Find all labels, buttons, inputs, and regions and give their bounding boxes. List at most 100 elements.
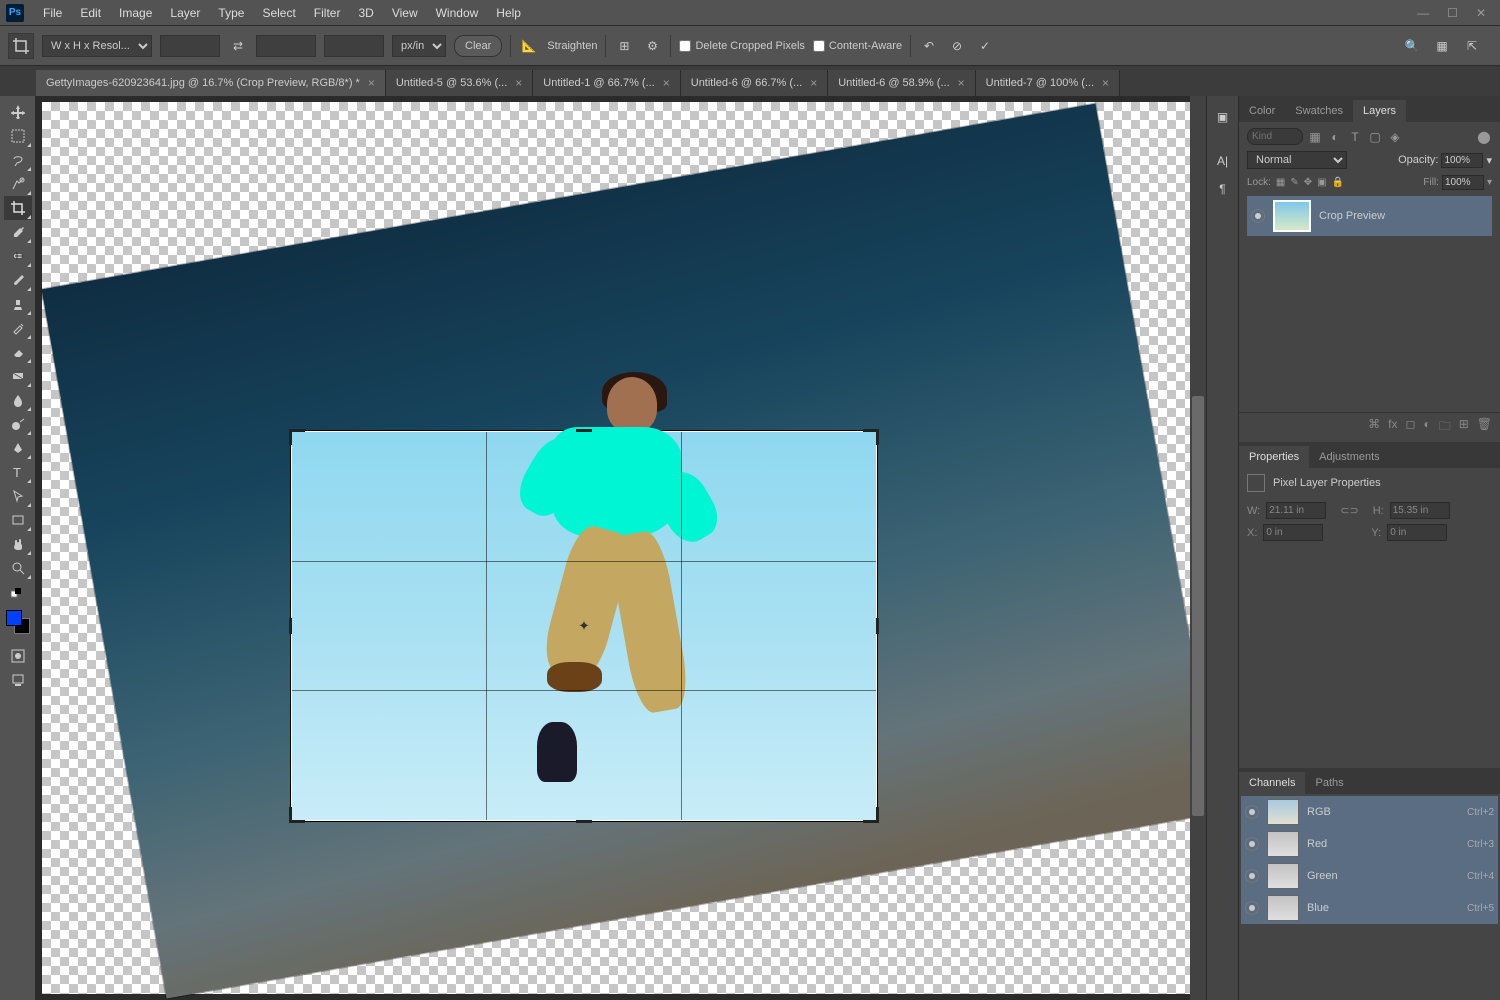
layer-thumbnail[interactable] xyxy=(1273,200,1311,232)
gradient-tool[interactable] xyxy=(4,364,32,388)
tab-close-icon[interactable]: × xyxy=(663,76,670,90)
document-tab[interactable]: Untitled-1 @ 66.7% (...× xyxy=(533,70,680,96)
quick-selection-tool[interactable] xyxy=(4,172,32,196)
blend-mode-select[interactable]: Normal xyxy=(1247,151,1347,169)
document-tab[interactable]: Untitled-5 @ 53.6% (...× xyxy=(386,70,533,96)
hand-tool[interactable] xyxy=(4,532,32,556)
link-wh-icon[interactable]: ⊂⊃ xyxy=(1340,504,1358,517)
eyedropper-tool[interactable] xyxy=(4,220,32,244)
layer-visibility-icon[interactable] xyxy=(1251,209,1265,223)
arrange-documents-icon[interactable]: ▦ xyxy=(1432,36,1452,56)
height-input[interactable] xyxy=(1390,502,1450,519)
history-brush-tool[interactable] xyxy=(4,316,32,340)
tab-color[interactable]: Color xyxy=(1239,100,1285,122)
chevron-down-icon[interactable]: ▾ xyxy=(1487,177,1492,188)
tab-close-icon[interactable]: × xyxy=(958,76,965,90)
clone-stamp-tool[interactable] xyxy=(4,292,32,316)
vertical-scrollbar[interactable] xyxy=(1190,96,1206,1000)
chevron-down-icon[interactable]: ▾ xyxy=(1486,154,1492,167)
filter-shape-icon[interactable]: ▢ xyxy=(1367,129,1383,145)
menu-image[interactable]: Image xyxy=(110,3,161,23)
crop-ratio-select[interactable]: W x H x Resol... xyxy=(42,35,152,57)
delete-layer-icon[interactable]: 🗑 xyxy=(1477,417,1492,438)
filter-pixel-icon[interactable]: ▦ xyxy=(1307,129,1323,145)
brush-tool[interactable] xyxy=(4,268,32,292)
crop-handle[interactable] xyxy=(576,429,592,432)
channel-item[interactable]: Green Ctrl+4 xyxy=(1241,860,1498,892)
layer-item[interactable]: Crop Preview xyxy=(1247,196,1492,236)
lock-paint-icon[interactable]: ✎ xyxy=(1290,177,1298,188)
menu-select[interactable]: Select xyxy=(253,3,304,23)
y-input[interactable] xyxy=(1387,524,1447,541)
content-aware-checkbox[interactable]: Content-Aware xyxy=(813,40,902,52)
close-icon[interactable]: ✕ xyxy=(1476,6,1486,20)
type-tool[interactable]: T xyxy=(4,460,32,484)
link-layers-icon[interactable]: ⌘ xyxy=(1368,417,1380,438)
blur-tool[interactable] xyxy=(4,388,32,412)
channel-visibility-icon[interactable] xyxy=(1245,837,1259,851)
crop-handle[interactable] xyxy=(289,618,292,634)
crop-height-input[interactable] xyxy=(256,35,316,57)
layer-filter-input[interactable] xyxy=(1247,128,1303,145)
crop-handle[interactable] xyxy=(876,618,879,634)
opacity-input[interactable] xyxy=(1441,153,1483,168)
menu-layer[interactable]: Layer xyxy=(161,3,209,23)
tab-close-icon[interactable]: × xyxy=(515,76,522,90)
tab-properties[interactable]: Properties xyxy=(1239,446,1309,468)
crop-handle[interactable] xyxy=(289,429,292,445)
quick-mask-icon[interactable] xyxy=(4,644,32,668)
healing-brush-tool[interactable] xyxy=(4,244,32,268)
document-tab[interactable]: Untitled-6 @ 58.9% (...× xyxy=(828,70,975,96)
menu-type[interactable]: Type xyxy=(209,3,253,23)
crop-handle[interactable] xyxy=(876,429,879,445)
filter-toggle-icon[interactable]: ⬤ xyxy=(1476,129,1492,145)
menu-3d[interactable]: 3D xyxy=(349,3,382,23)
filter-type-icon[interactable]: T xyxy=(1347,129,1363,145)
crop-selection[interactable]: ✦ xyxy=(292,432,876,820)
overlay-grid-icon[interactable]: ⊞ xyxy=(614,36,634,56)
rectangle-tool[interactable] xyxy=(4,508,32,532)
straighten-label[interactable]: Straighten xyxy=(547,40,597,52)
menu-filter[interactable]: Filter xyxy=(305,3,350,23)
move-tool[interactable] xyxy=(4,100,32,124)
crop-tool[interactable] xyxy=(4,196,32,220)
menu-help[interactable]: Help xyxy=(487,3,530,23)
channel-item[interactable]: RGB Ctrl+2 xyxy=(1241,796,1498,828)
tab-paths[interactable]: Paths xyxy=(1305,772,1353,794)
reset-crop-icon[interactable]: ↶ xyxy=(919,36,939,56)
crop-handle[interactable] xyxy=(289,807,292,823)
marquee-tool[interactable] xyxy=(4,124,32,148)
tab-close-icon[interactable]: × xyxy=(368,76,375,90)
document-tab[interactable]: Untitled-6 @ 66.7% (...× xyxy=(681,70,828,96)
commit-crop-icon[interactable]: ✓ xyxy=(975,36,995,56)
tab-close-icon[interactable]: × xyxy=(810,76,817,90)
dodge-tool[interactable] xyxy=(4,412,32,436)
canvas[interactable]: ✦ xyxy=(36,96,1206,1000)
document-tab[interactable]: Untitled-7 @ 100% (...× xyxy=(976,70,1120,96)
color-swatches[interactable] xyxy=(4,608,32,636)
adjustment-layer-icon[interactable]: ◐ xyxy=(1423,417,1430,438)
layer-group-icon[interactable]: 🗀 xyxy=(1439,417,1451,438)
clear-button[interactable]: Clear xyxy=(454,35,502,57)
lock-artboard-icon[interactable]: ▣ xyxy=(1317,177,1326,188)
swap-dimensions-icon[interactable]: ⇄ xyxy=(228,36,248,56)
straighten-icon[interactable]: 📐 xyxy=(519,36,539,56)
crop-width-input[interactable] xyxy=(160,35,220,57)
zoom-tool[interactable] xyxy=(4,556,32,580)
menu-edit[interactable]: Edit xyxy=(71,3,110,23)
minimize-icon[interactable]: — xyxy=(1417,6,1429,20)
path-selection-tool[interactable] xyxy=(4,484,32,508)
pen-tool[interactable] xyxy=(4,436,32,460)
fill-input[interactable] xyxy=(1442,175,1484,190)
crop-handle[interactable] xyxy=(876,807,879,823)
eraser-tool[interactable] xyxy=(4,340,32,364)
menu-view[interactable]: View xyxy=(383,3,427,23)
screen-mode-icon[interactable] xyxy=(4,668,32,692)
lock-transparency-icon[interactable]: ▦ xyxy=(1276,177,1285,188)
tab-layers[interactable]: Layers xyxy=(1353,100,1406,122)
menu-file[interactable]: File xyxy=(34,3,71,23)
layer-style-icon[interactable]: fx xyxy=(1388,417,1397,438)
layer-name[interactable]: Crop Preview xyxy=(1319,210,1385,222)
history-panel-icon[interactable]: ▣ xyxy=(1210,104,1236,130)
tab-close-icon[interactable]: × xyxy=(1102,76,1109,90)
